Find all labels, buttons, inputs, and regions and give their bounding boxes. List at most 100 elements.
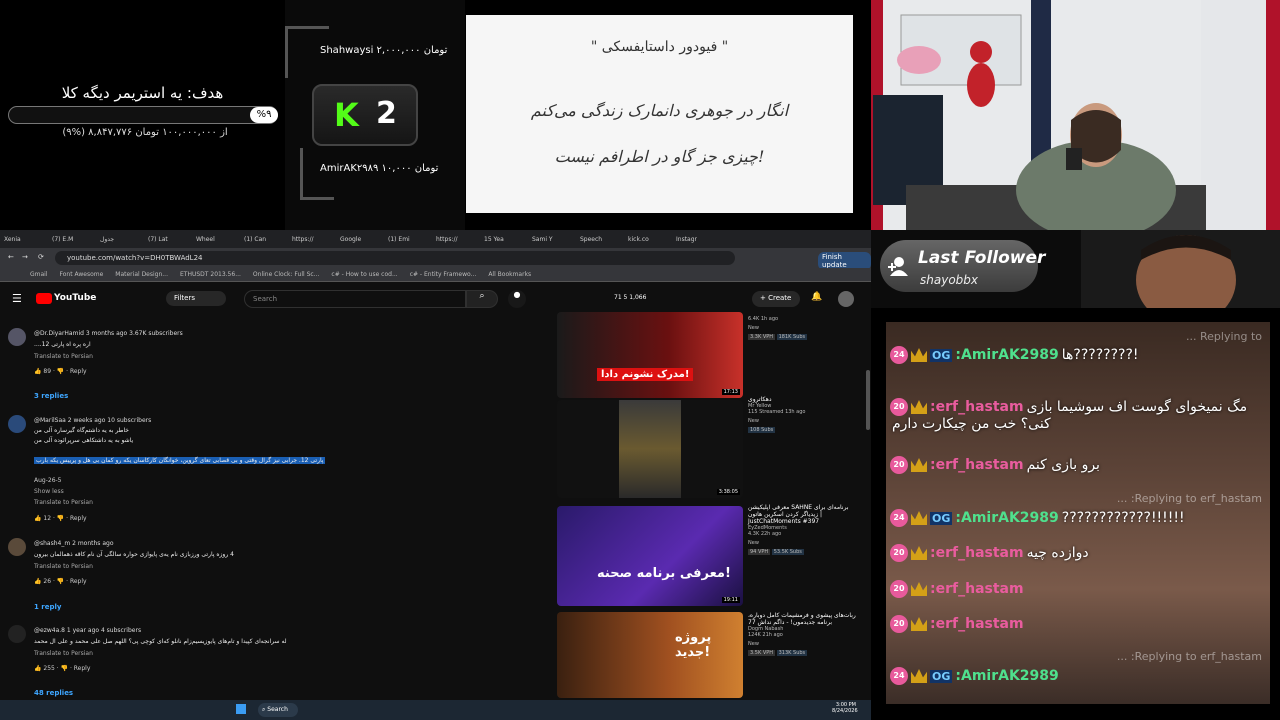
bookmarks-bar: Gmail Font Awesome Material Design... ETHUS… [0, 268, 871, 282]
chat-text: برو بازی کنم [1026, 457, 1100, 473]
like-button[interactable]: 👍 89 · 👎 · Reply [34, 368, 87, 375]
comment-author[interactable]: @MarilSaa 2 weeks ago 10 subscribers [34, 417, 151, 424]
new-badge: New [748, 418, 759, 424]
video-thumbnail[interactable]: مدرک نشونم دادا! 17:13 [557, 312, 743, 398]
goal-percent-badge: %۹ [250, 107, 278, 123]
bookmark-item[interactable]: c# - How to use cod... [331, 271, 397, 278]
comment-author[interactable]: @ezw4a.8 1 year ago 4 subscribers [34, 627, 141, 634]
reply-button[interactable]: Reply [70, 578, 87, 585]
translate-link[interactable]: Translate to Persian [34, 353, 93, 360]
like-button[interactable]: 👍 255 · 👎 · Reply [34, 665, 90, 672]
comment-author[interactable]: @shash4_m 2 months ago [34, 540, 114, 547]
reply-button[interactable]: Reply [74, 665, 91, 672]
reply-hint: Replying to ... [1185, 330, 1262, 343]
comment-author[interactable]: @Dr.DiyarHamid 3 months ago 3.67K subscr… [34, 330, 183, 337]
taskbar-search[interactable]: ⌕ Search [258, 703, 298, 717]
browser-tab[interactable]: kick.co [624, 236, 672, 243]
reply-button[interactable]: Reply [70, 368, 87, 375]
browser-tab[interactable]: https:// [288, 236, 336, 243]
video-thumbnail[interactable]: معرفی برنامه صحنه! 19:11 [557, 506, 743, 606]
reply-hint: Replying to erf_hastam: ... [1116, 650, 1262, 663]
browser-tab[interactable]: https:// [432, 236, 480, 243]
replies-toggle[interactable]: 1 reply [34, 603, 61, 611]
avatar[interactable] [838, 291, 854, 307]
crown-icon [911, 348, 927, 362]
browser-tab[interactable]: Sami Y [528, 236, 576, 243]
bookmark-item[interactable]: Font Awesome [60, 271, 104, 278]
follower-name: shayobbx [920, 273, 978, 287]
youtube-logo-icon[interactable] [36, 293, 52, 304]
chat-message: 20 erf_hastam: مگ نمیخوای گوست اف سوشیما ب… [890, 398, 1266, 432]
comment-text: له سرانجه‌ای کپیدا و تام‌های پایوزیسیم‌ز… [34, 638, 287, 645]
video-thumbnail[interactable]: پروژه جدید! [557, 612, 743, 698]
quote-card: " فیودور داستایفسکی " انگار در جوهری دان… [466, 15, 853, 213]
subscriber-badge: 24 [890, 509, 908, 527]
avatar[interactable] [8, 625, 26, 643]
browser-tab[interactable]: (1) Can [240, 236, 288, 243]
clock[interactable]: 3:00 PM 8/24/2026 [832, 702, 858, 714]
reply-button[interactable]: Reply [70, 515, 87, 522]
filters-button[interactable]: Filters [166, 291, 226, 306]
reload-icon[interactable]: ⟳ [38, 253, 44, 261]
video-title[interactable]: ربات‌های پیشوی و فرمشیمات کامل دوباره، ب… [748, 612, 860, 626]
translate-link[interactable]: Translate to Persian [34, 499, 93, 506]
show-less-link[interactable]: Show less [34, 488, 64, 495]
browser-tab[interactable]: Wheel [192, 236, 240, 243]
subs-badge: 181K Subs [776, 334, 808, 340]
browser-tab[interactable]: (1) Emi [384, 236, 432, 243]
like-button[interactable]: 👍 26 · 👎 · Reply [34, 578, 87, 585]
bookmark-item[interactable]: All Bookmarks [488, 271, 531, 278]
video-info: 6.4K 1h ago New 3.3K VPH 181K Subs [748, 316, 860, 340]
avatar[interactable] [8, 538, 26, 556]
browser-tab[interactable]: (7) Lat [144, 236, 192, 243]
search-icon[interactable]: ⌕ [466, 290, 498, 308]
browser-tab[interactable]: 15 Yea [480, 236, 528, 243]
back-icon[interactable]: ← [8, 253, 14, 261]
avatar[interactable] [8, 415, 26, 433]
video-thumbnail[interactable]: 3:38:05 [557, 400, 743, 498]
chat-username: AmirAK2989: [955, 347, 1059, 363]
goal-title: هدف: یه استریمر دیگه کلا [61, 84, 224, 102]
replies-toggle[interactable]: 48 replies [34, 689, 73, 697]
browser-tab[interactable]: Instagr [672, 236, 720, 243]
subs-badge: 108 Subs [748, 427, 776, 433]
browser-tab[interactable]: Google [336, 236, 384, 243]
vph-badge: 3.3K VPH [748, 334, 776, 340]
video-title[interactable]: معرفی اپلیکیشن SAHNE برنامه‌ای برای زیدی… [748, 504, 860, 525]
vph-badge: 3.5K VPH [748, 650, 776, 656]
translate-link[interactable]: Translate to Persian [34, 563, 93, 570]
quote-author: " فیودور داستایفسکی " [590, 39, 729, 55]
bookmark-item[interactable]: c# - Entity Framewo... [410, 271, 477, 278]
browser-tab[interactable]: Xenia [0, 236, 48, 243]
chat-text: مگ نمیخوای گوست اف سوشیما بازی [1026, 399, 1248, 415]
translate-link[interactable]: Translate to Persian [34, 650, 93, 657]
video-meta: 124K 21h ago [748, 632, 783, 638]
replies-toggle[interactable]: 3 replies [34, 392, 68, 400]
create-button[interactable]: + Create [752, 291, 800, 307]
subscriber-badge: 20 [890, 456, 908, 474]
search-input[interactable]: Search [244, 290, 466, 308]
bookmark-item[interactable]: Gmail [30, 271, 48, 278]
bookmark-item[interactable]: Material Design... [115, 271, 168, 278]
avatar[interactable] [8, 328, 26, 346]
scrollbar[interactable] [866, 370, 870, 430]
chat-message: 20 erf_hastam: [890, 615, 1266, 633]
menu-icon[interactable]: ☰ [12, 292, 22, 305]
windows-start-icon[interactable] [236, 704, 246, 714]
url-input[interactable]: youtube.com/watch?v=DH0TBWAdL24 [55, 251, 735, 265]
bell-icon[interactable]: 🔔 [811, 292, 822, 302]
browser-tab[interactable]: (7) E.M [48, 236, 96, 243]
bookmark-item[interactable]: ETHUSDT 2013.56... [180, 271, 241, 278]
youtube-logo-text[interactable]: YouTube [54, 293, 96, 303]
forward-icon[interactable]: → [22, 253, 28, 261]
browser-tab[interactable]: Speech [576, 236, 624, 243]
bookmark-item[interactable]: Online Clock: Full Sc... [253, 271, 320, 278]
like-button[interactable]: 👍 12 · 👎 · Reply [34, 515, 87, 522]
browser-tab[interactable]: جدول [96, 236, 144, 243]
video-title[interactable]: دهکاتروی [748, 396, 860, 403]
taskbar-search-label: Search [267, 706, 288, 713]
add-user-icon [888, 257, 908, 276]
mic-icon[interactable]: ● [508, 290, 526, 308]
subscriber-badge: 20 [890, 544, 908, 562]
chat-message: 24 OG AmirAK2989: !????????ها [890, 346, 1266, 364]
